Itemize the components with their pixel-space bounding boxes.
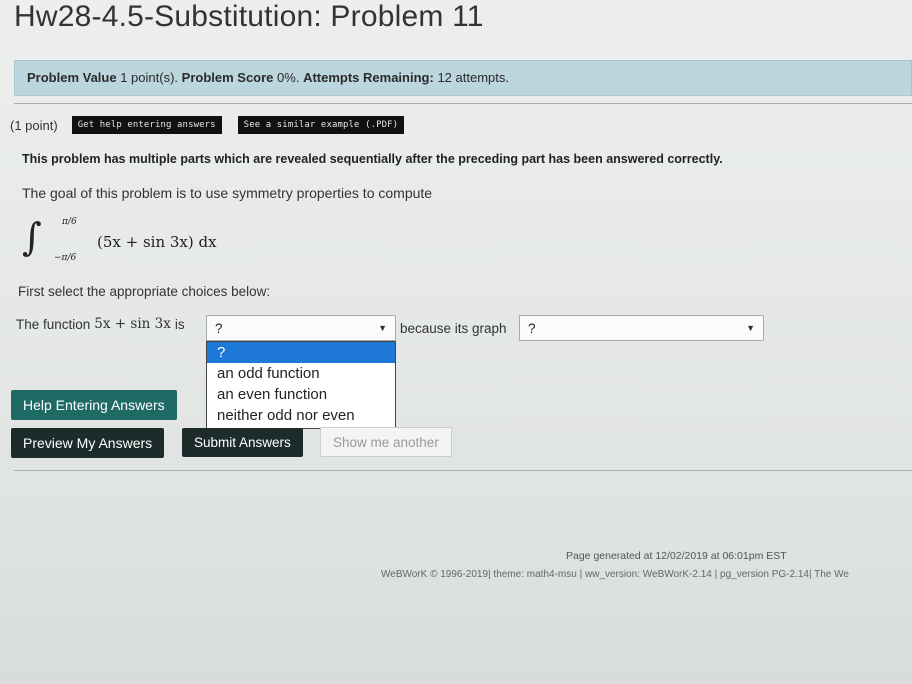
attempts-text: 12 attempts. [437, 70, 509, 85]
goal-text: The goal of this problem is to use symme… [22, 185, 433, 201]
preview-answers-button[interactable]: Preview My Answers [11, 428, 165, 458]
symmetry-select-value: ? [215, 320, 223, 336]
graph-select-value: ? [528, 320, 536, 336]
dropdown-option[interactable]: ? [207, 342, 395, 363]
similar-example-link[interactable]: See a similar example (.PDF) [237, 116, 405, 134]
integral-upper-limit: π/6 [62, 217, 77, 227]
attempts-label: Attempts Remaining: [303, 70, 434, 85]
function-expression: 5x + sin 3x [94, 316, 171, 332]
problem-value-text: 1 point(s). [120, 70, 179, 85]
problem-score-text: 0%. [277, 70, 300, 85]
problem-value-bar: Problem Value 1 point(s). Problem Score … [14, 60, 912, 96]
integral-lower-limit: −π/6 [54, 253, 77, 263]
function-is: is [174, 316, 185, 332]
divider-top [14, 103, 912, 104]
dropdown-option[interactable]: an odd function [207, 363, 395, 384]
submit-answers-button[interactable]: Submit Answers [182, 428, 303, 457]
function-statement: The function 5x + sin 3x is [16, 316, 185, 332]
integrand: (5x + sin 3x) dx [97, 233, 217, 251]
page-title: Hw28-4.5-Substitution: Problem 11 [14, 0, 484, 33]
footer-credits: WeBWorK © 1996-2019| theme: math4-msu | … [381, 569, 849, 580]
integral-expression: ∫ π/6 −π/6 (5x + sin 3x) dx [22, 215, 262, 270]
dropdown-option[interactable]: an even function [207, 384, 395, 405]
symmetry-dropdown-list: ? an odd function an even function neith… [206, 341, 396, 429]
points-row: (1 point) Get help entering answers See … [10, 116, 405, 134]
sequential-note: This problem has multiple parts which ar… [22, 152, 723, 166]
function-prefix: The function [16, 316, 91, 332]
integral-sign: ∫ [22, 215, 42, 259]
page-generated-text: Page generated at 12/02/2019 at 06:01pm … [566, 550, 787, 562]
problem-score-label: Problem Score [181, 70, 274, 85]
symmetry-select[interactable]: ? ▼ [206, 315, 396, 341]
chevron-down-icon: ▼ [746, 323, 755, 333]
chevron-down-icon: ▼ [378, 323, 387, 333]
help-entering-answers-link[interactable]: Get help entering answers [71, 116, 222, 134]
divider-bottom [14, 470, 912, 471]
help-entering-answers-button[interactable]: Help Entering Answers [11, 390, 177, 420]
because-text: because its graph [400, 321, 507, 336]
select-instruction: First select the appropriate choices bel… [18, 284, 271, 299]
show-another-button[interactable]: Show me another [320, 427, 452, 457]
points-label: (1 point) [10, 117, 58, 133]
problem-value-label: Problem Value [27, 70, 117, 85]
graph-select[interactable]: ? ▼ [519, 315, 764, 341]
dropdown-option[interactable]: neither odd nor even [207, 405, 395, 426]
